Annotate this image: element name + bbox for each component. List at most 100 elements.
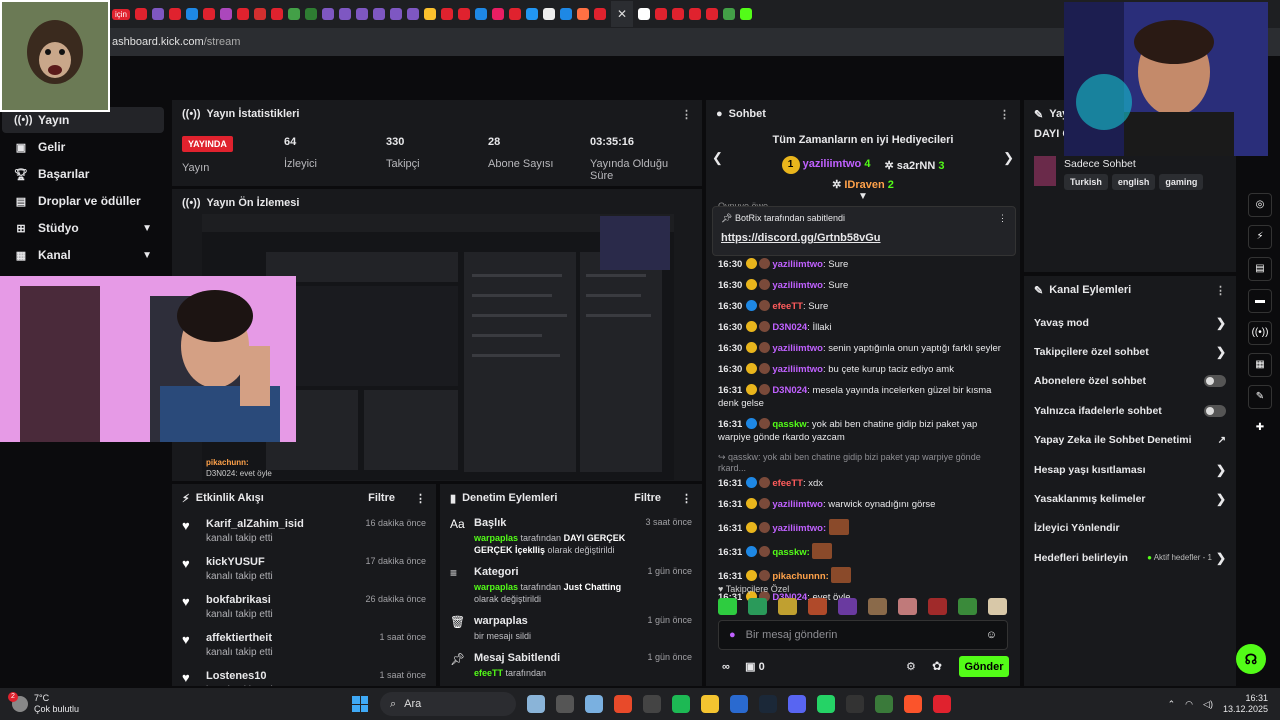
folder-icon[interactable]	[701, 695, 719, 713]
terminal-icon[interactable]	[846, 695, 864, 713]
emote-picker-icon[interactable]: ✿	[932, 659, 942, 673]
browser-tab-icon[interactable]	[475, 8, 488, 20]
clock[interactable]: 16:31 13.12.2025	[1223, 693, 1268, 715]
emote-icon[interactable]	[958, 598, 977, 615]
browser-tab-icon[interactable]	[390, 8, 403, 20]
emote-icon[interactable]	[778, 598, 797, 615]
channel-action-item[interactable]: Yavaş mod ❯	[1024, 308, 1236, 337]
app-icon[interactable]	[933, 695, 951, 713]
points-display[interactable]: ∞ ▣ 0	[722, 660, 765, 673]
wrench-icon[interactable]: ✎	[1248, 385, 1272, 409]
chevron-left-icon[interactable]: ❮	[712, 150, 723, 166]
browser-tab-icon[interactable]	[689, 8, 702, 20]
collapse-icon[interactable]: ▼	[706, 191, 1020, 202]
whatsapp-icon[interactable]	[817, 695, 835, 713]
file-explorer-icon[interactable]	[527, 695, 545, 713]
browser-tab-icon[interactable]	[441, 8, 454, 20]
message-user[interactable]: D3N024	[772, 322, 807, 333]
browser-tab-icon[interactable]	[407, 8, 420, 20]
chat-message[interactable]: 16:31 yaziliimtwo: warwick oynadığını gör…	[718, 498, 1008, 511]
message-user[interactable]: D3N024	[772, 385, 807, 396]
filter-button[interactable]: Filtre	[368, 492, 395, 504]
add-action-icon[interactable]: ✚	[1248, 417, 1272, 441]
chat-message[interactable]: 16:30 efeeTT: Sure	[718, 300, 1008, 313]
more-options-icon[interactable]: ⋮	[998, 213, 1007, 224]
lightning-icon[interactable]: ⚡︎	[1248, 225, 1272, 249]
broadcast-icon[interactable]: ((•))	[1248, 321, 1272, 345]
emote-icon[interactable]	[868, 598, 887, 615]
emote-icon[interactable]	[898, 598, 917, 615]
gifter-item[interactable]: ✲ IDraven 2	[706, 178, 1020, 191]
channel-action-item[interactable]: Yapay Zeka ile Sohbet Denetimi ↗	[1024, 426, 1236, 455]
vpn-icon[interactable]	[730, 695, 748, 713]
sidebar-item-drops[interactable]: ▤ Droplar ve ödüller	[2, 188, 164, 214]
chat-message[interactable]: 16:30 yaziliimtwo: senin yaptığınla onun …	[718, 342, 1008, 355]
more-options-icon[interactable]: ⋮	[681, 492, 692, 505]
browser-tab-icon[interactable]	[339, 8, 352, 20]
steam-icon[interactable]	[759, 695, 777, 713]
emote-icon[interactable]	[718, 598, 737, 615]
message-user[interactable]: efeeTT	[772, 478, 803, 489]
browser-tab-icon[interactable]	[723, 8, 736, 20]
message-user[interactable]: yaziliimtwo	[772, 280, 823, 291]
more-options-icon[interactable]: ⋮	[999, 108, 1010, 121]
moderation-item[interactable]: 🗑︎ warpaplas	[440, 684, 702, 686]
layout-icon[interactable]: ▦	[1248, 353, 1272, 377]
emote-icon[interactable]	[838, 598, 857, 615]
browser-tab-icon[interactable]	[356, 8, 369, 20]
browser-tab-icon[interactable]	[271, 8, 284, 20]
browser-tab-icon[interactable]	[305, 8, 318, 20]
browser-tab-icon[interactable]	[526, 8, 539, 20]
browser-tab-icon[interactable]	[560, 8, 573, 20]
channel-action-item[interactable]: Yalnızca ifadelerle sohbet	[1024, 396, 1236, 425]
message-user[interactable]: yaziliimtwo	[772, 259, 823, 270]
support-icon[interactable]: ☊	[1236, 644, 1266, 674]
pinned-message[interactable]: 📌︎ BotRix tarafından sabitlendi ⋮ https:/…	[712, 206, 1016, 256]
browser-tab-icon[interactable]	[254, 8, 267, 20]
browser-tab-icon[interactable]	[322, 8, 335, 20]
message-user[interactable]: yaziliimtwo	[772, 343, 823, 354]
sidebar-item-revenue[interactable]: ▣ Gelir	[2, 134, 164, 160]
filter-button[interactable]: Filtre	[634, 492, 661, 504]
sidebar-item-achievements[interactable]: 🏆︎ Başarılar	[2, 161, 164, 187]
message-user[interactable]: yaziliimtwo	[772, 499, 823, 510]
browser-tab-icon[interactable]	[169, 8, 182, 20]
browser-tab-icon[interactable]	[655, 8, 668, 20]
browser-tab-icon[interactable]	[152, 8, 165, 20]
more-options-icon[interactable]: ⋮	[1215, 284, 1226, 297]
chat-message[interactable]: 16:31 pikachunnn:	[718, 567, 1008, 583]
chat-message[interactable]: 16:31 yaziliimtwo:	[718, 519, 1008, 535]
chat-message[interactable]: 16:30 yaziliimtwo: bu çete kurup taciz ed…	[718, 363, 1008, 376]
close-tab-icon[interactable]: ✕	[611, 1, 634, 27]
chat-message[interactable]: 16:31 efeeTT: xdx	[718, 477, 1008, 490]
chat-message[interactable]: 16:31 qasskw: yok abi ben chatine gidip b…	[718, 418, 1008, 444]
more-options-icon[interactable]: ⋮	[681, 108, 692, 121]
document-icon[interactable]: ▤	[1248, 257, 1272, 281]
message-user[interactable]: qasskw:	[772, 547, 810, 558]
chat-message[interactable]: 16:31 D3N024: mesela yayında incelerken g…	[718, 384, 1008, 410]
sidebar-item-studio[interactable]: ⊞ Stüdyo ▼	[2, 215, 164, 241]
toggle-switch[interactable]	[1204, 404, 1226, 417]
browser-tab-icon[interactable]	[509, 8, 522, 20]
message-user[interactable]: yaziliimtwo:	[772, 523, 826, 534]
browser-tab-icon[interactable]	[186, 8, 199, 20]
task-view-icon[interactable]	[556, 695, 574, 713]
microphone-icon[interactable]: ●	[729, 629, 736, 641]
taskbar-search[interactable]: ⌕ Ara	[380, 692, 516, 716]
camera-icon[interactable]: ◎	[1248, 193, 1272, 217]
discord-icon[interactable]	[788, 695, 806, 713]
browser-tab-icon[interactable]	[373, 8, 386, 20]
moderation-item[interactable]: ≡ Kategori warpaplas tarafından Just Cha…	[440, 561, 702, 610]
channel-action-item[interactable]: İzleyici Yönlendir	[1024, 514, 1236, 543]
send-button[interactable]: Gönder	[959, 656, 1009, 677]
emoji-icon[interactable]: ☺	[986, 629, 997, 641]
channel-action-item[interactable]: Takipçilere özel sohbet ❯	[1024, 337, 1236, 366]
app-icon[interactable]	[643, 695, 661, 713]
chrome-icon[interactable]	[614, 695, 632, 713]
emote-icon[interactable]	[928, 598, 947, 615]
activity-item[interactable]: ♥ Lostenes10 kanalı takip etti 1 saat ön…	[172, 664, 436, 686]
emote-icon[interactable]	[808, 598, 827, 615]
chat-icon[interactable]: ▬	[1248, 289, 1272, 313]
browser-tab-icon[interactable]	[740, 8, 753, 20]
copilot-icon[interactable]	[585, 695, 603, 713]
